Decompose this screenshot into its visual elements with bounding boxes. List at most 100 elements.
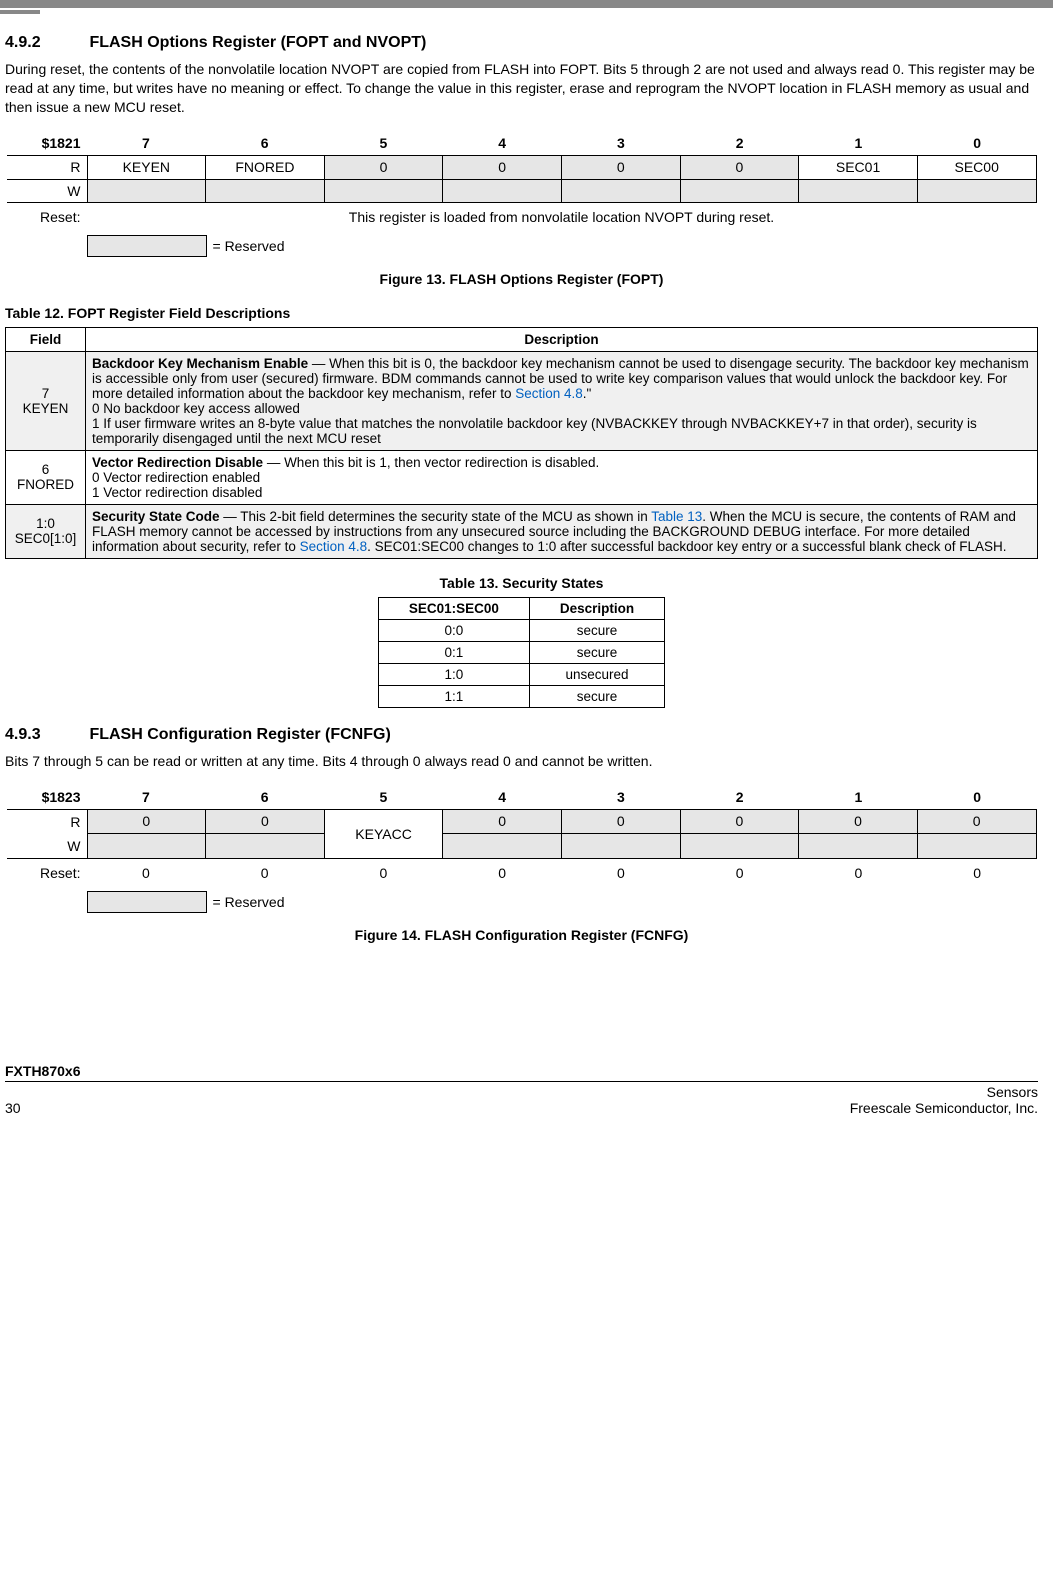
reg-cell: 0: [680, 156, 799, 179]
header-bar: [0, 0, 1053, 8]
reserved-label: = Reserved: [213, 894, 285, 910]
section-number: 4.9.2: [5, 34, 85, 52]
reg-cell: 0: [88, 810, 206, 834]
link[interactable]: Section 4.8: [300, 539, 368, 554]
bit-label: 4: [443, 789, 562, 805]
bit-label: 7: [87, 135, 206, 151]
addr-label: $1823: [7, 789, 87, 805]
reset-val: 0: [205, 865, 324, 881]
reserved-label: = Reserved: [213, 238, 285, 254]
w-label: W: [7, 183, 87, 199]
bit-label: 3: [562, 789, 681, 805]
reset-text: This register is loaded from nonvolatile…: [87, 209, 1037, 225]
bit-label: 5: [324, 789, 443, 805]
field-num: 6: [42, 462, 50, 477]
td: secure: [529, 685, 664, 707]
table12: Field Description 7 KEYEN Backdoor Key M…: [5, 327, 1038, 559]
reg-cell: [205, 180, 324, 202]
link[interactable]: Section 4.8: [515, 386, 583, 401]
reg-cell: KEYEN: [87, 156, 206, 179]
bit-label: 2: [680, 789, 799, 805]
reset-val: 0: [562, 865, 681, 881]
td: 1:1: [378, 685, 529, 707]
th: Description: [529, 597, 664, 619]
section-body: During reset, the contents of the nonvol…: [5, 60, 1038, 117]
field-cell: 7 KEYEN: [6, 351, 86, 450]
section-title: FLASH Options Register (FOPT and NVOPT): [89, 34, 426, 51]
reg-cell: [917, 180, 1037, 202]
reg-cell: [681, 833, 799, 858]
field-num: 7: [42, 386, 50, 401]
field-num: 1:0: [36, 516, 55, 531]
bit-label: 3: [562, 135, 681, 151]
bit-label: 6: [205, 135, 324, 151]
desc-body: . SEC01:SEC00 changes to 1:0 after succe…: [367, 539, 1006, 554]
reg-cell: [680, 180, 799, 202]
reserved-swatch: [87, 891, 207, 913]
section-body: Bits 7 through 5 can be read or written …: [5, 752, 1038, 771]
reg-cell: SEC01: [798, 156, 917, 179]
addr-label: $1821: [7, 135, 87, 151]
section-title: FLASH Configuration Register (FCNFG): [89, 726, 390, 743]
th: SEC01:SEC00: [378, 597, 529, 619]
figure14-caption: Figure 14. FLASH Configuration Register …: [5, 927, 1038, 943]
page-footer: FXTH870x6 Sensors 30 Freescale Semicondu…: [0, 1063, 1053, 1126]
reg-cell: [561, 180, 680, 202]
footer-right2: Freescale Semiconductor, Inc.: [850, 1100, 1038, 1116]
reset-val: 0: [918, 865, 1037, 881]
bit-label: 4: [443, 135, 562, 151]
w-label: W: [7, 834, 87, 858]
link[interactable]: Table 13: [651, 509, 702, 524]
reg-cell: FNORED: [205, 156, 324, 179]
register-diagram-fopt: $1821 7 6 5 4 3 2 1 0 R KEYEN FNORED 0 0…: [7, 131, 1037, 257]
bit-label: 1: [799, 135, 918, 151]
bit-label: 7: [87, 789, 206, 805]
reg-cell: 0: [206, 810, 324, 834]
desc-body: — When this bit is 1, then vector redire…: [263, 455, 599, 470]
th-desc: Description: [86, 327, 1038, 351]
reg-cell: [799, 833, 917, 858]
desc-body: .": [583, 386, 592, 401]
product-name: FXTH870x6: [5, 1063, 1038, 1082]
td: 1:0: [378, 663, 529, 685]
r-label: R: [7, 159, 87, 175]
reg-cell: SEC00: [917, 156, 1037, 179]
figure13-caption: Figure 13. FLASH Options Register (FOPT): [5, 271, 1038, 287]
bit-label: 0: [918, 789, 1037, 805]
td: 0:0: [378, 619, 529, 641]
bit-label: 2: [680, 135, 799, 151]
register-diagram-fcnfg: $1823 7 6 5 4 3 2 1 0 R W 0: [7, 785, 1037, 913]
bit-label: 1: [799, 789, 918, 805]
opt-line: 0 No backdoor key access allowed: [92, 401, 300, 416]
reg-cell: 0: [442, 156, 561, 179]
field-cell: 1:0 SEC0[1:0]: [6, 504, 86, 558]
section-heading-fcnfg: 4.9.3 FLASH Configuration Register (FCNF…: [5, 726, 1038, 744]
section-heading-fopt: 4.9.2 FLASH Options Register (FOPT and N…: [5, 34, 1038, 52]
reset-val: 0: [443, 865, 562, 881]
reg-cell: [798, 180, 917, 202]
desc-title: Backdoor Key Mechanism Enable: [92, 356, 308, 371]
reg-cell: [324, 180, 443, 202]
reg-cell: [443, 833, 561, 858]
reg-cell: [918, 833, 1036, 858]
reg-cell: 0: [681, 810, 799, 834]
reset-label: Reset:: [7, 865, 87, 881]
td: 0:1: [378, 641, 529, 663]
reg-cell: [87, 180, 206, 202]
reg-cell: 0: [799, 810, 917, 834]
desc-cell: Backdoor Key Mechanism Enable — When thi…: [86, 351, 1038, 450]
footer-right1: Sensors: [987, 1084, 1038, 1100]
reg-cell: 0: [918, 810, 1036, 834]
bit-label: 5: [324, 135, 443, 151]
reg-cell: [88, 833, 206, 858]
field-name: SEC0[1:0]: [15, 531, 77, 546]
opt-line: 1 Vector redirection disabled: [92, 485, 262, 500]
opt-line: 1 If user firmware writes an 8-byte valu…: [92, 416, 977, 446]
field-name: KEYEN: [23, 401, 69, 416]
table13-title: Table 13. Security States: [5, 575, 1038, 591]
reg-cell: 0: [324, 156, 443, 179]
desc-title: Security State Code: [92, 509, 220, 524]
desc-body: — This 2-bit field determines the securi…: [220, 509, 652, 524]
table13: SEC01:SEC00 Description 0:0secure 0:1sec…: [378, 597, 665, 708]
reg-cell: 0: [561, 156, 680, 179]
